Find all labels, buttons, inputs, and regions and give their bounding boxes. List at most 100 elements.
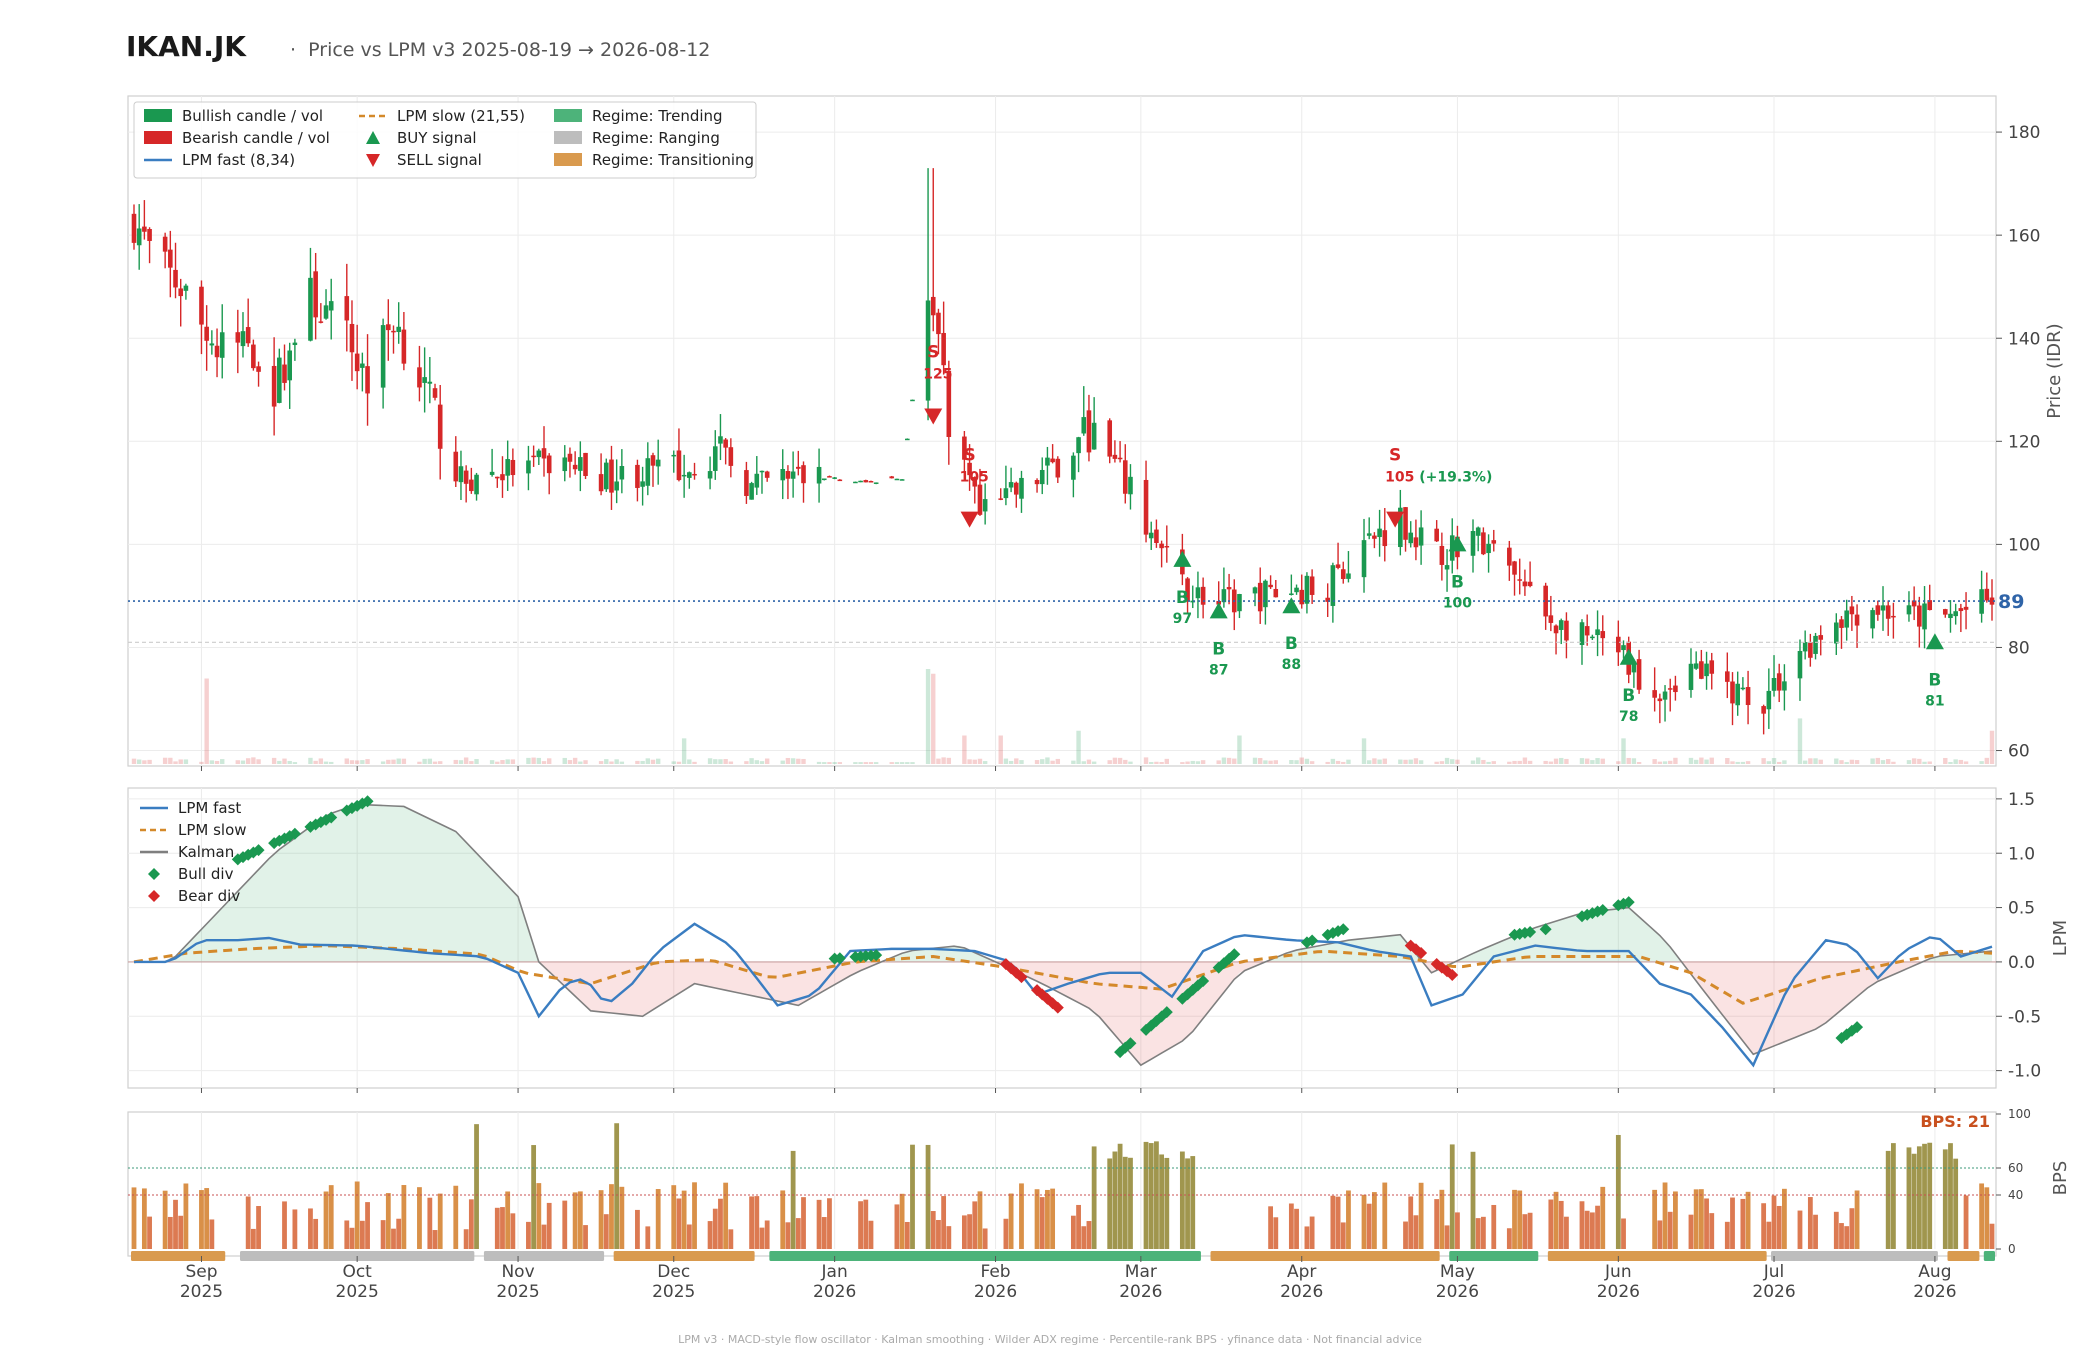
bearish-candle: [1154, 529, 1159, 544]
bps-bar: [1491, 1204, 1497, 1249]
volume-bar: [687, 759, 692, 764]
volume-bar: [1854, 760, 1860, 764]
bullish-candle: [712, 446, 718, 471]
bearish-candle: [417, 367, 422, 388]
volume-bar: [567, 760, 573, 764]
volume-bar: [1268, 760, 1273, 764]
bullish-candle: [640, 481, 645, 487]
volume-bar: [1091, 761, 1097, 764]
bearish-candle: [1636, 659, 1642, 690]
volume-bar: [1444, 757, 1450, 764]
bullish-candle: [718, 436, 723, 444]
volume-bar: [1367, 760, 1372, 764]
volume-bar: [131, 758, 137, 764]
legend-swatch: [554, 153, 582, 166]
volume-bar: [671, 761, 676, 764]
bearish-candle: [271, 365, 277, 407]
bullish-candle: [1263, 580, 1268, 608]
bullish-candle: [1771, 678, 1777, 691]
bearish-candle: [567, 453, 573, 462]
volume-bar: [1008, 760, 1014, 764]
bullish-candle: [1870, 610, 1875, 629]
x-tick-month: Jul: [1763, 1262, 1785, 1282]
bullish-candle: [816, 466, 822, 484]
x-tick-month: Jun: [1604, 1262, 1632, 1282]
bps-bar: [323, 1191, 329, 1249]
volume-bar: [1958, 759, 1964, 764]
bps-bar: [1086, 1221, 1092, 1249]
volume-bar: [764, 758, 770, 764]
bullish-candle: [671, 454, 677, 457]
bps-bar: [764, 1220, 770, 1249]
volume-bar: [526, 757, 531, 764]
buy-signal-marker: [1925, 633, 1944, 650]
volume-bar: [245, 758, 251, 764]
bullish-candle: [1844, 610, 1849, 628]
bearish-candle: [1600, 631, 1606, 639]
bps-bar: [1076, 1204, 1081, 1249]
bearish-candle: [1143, 479, 1149, 535]
bps-bar: [1294, 1208, 1299, 1249]
volume-bar: [1491, 761, 1496, 764]
volume-bar: [1507, 761, 1512, 764]
volume-bar: [1263, 760, 1268, 764]
bullish-candle: [619, 466, 625, 480]
bps-bar: [925, 1144, 931, 1249]
bullish-candle: [1019, 477, 1024, 499]
bearish-candle: [1808, 642, 1813, 658]
buy-signal-letter: B: [1285, 634, 1298, 654]
volume-bar: [853, 762, 858, 764]
bps-bar: [204, 1188, 210, 1249]
buy-signal-marker: [1282, 597, 1301, 614]
bps-bar: [910, 1144, 915, 1249]
bullish-candle: [982, 499, 988, 512]
volume-bar: [308, 757, 313, 764]
bearish-candle: [1564, 620, 1569, 641]
volume-bar: [583, 760, 588, 764]
bps-bar: [1439, 1189, 1445, 1249]
volume-bar: [1055, 758, 1061, 764]
volume-bar: [313, 760, 318, 764]
bps-bar: [858, 1201, 863, 1249]
bullish-candle: [1834, 622, 1839, 644]
volume-bar: [863, 762, 868, 764]
bearish-candle: [1522, 581, 1528, 587]
bps-bar: [899, 1193, 905, 1249]
bullish-candle: [853, 481, 858, 484]
bps-bar: [780, 1190, 786, 1249]
legend-label: Regime: Ranging: [592, 129, 720, 147]
volume-bar: [1844, 762, 1849, 764]
volume-bar: [1688, 757, 1694, 764]
price-y-tick-label: 180: [2008, 123, 2040, 143]
bps-bar: [209, 1219, 215, 1249]
volume-bar: [822, 762, 827, 764]
bullish-candle: [1595, 629, 1600, 636]
volume-bar: [505, 759, 510, 764]
bullish-candle: [1039, 469, 1045, 485]
volume-bar: [1481, 759, 1486, 764]
bullish-candle: [1693, 663, 1699, 669]
bullish-candle: [1003, 488, 1009, 499]
bps-bar: [250, 1228, 256, 1249]
bps-bar: [816, 1199, 822, 1249]
volume-bar: [1725, 757, 1730, 764]
bps-y-tick-label: 60: [2008, 1161, 2023, 1175]
buy-signal-marker: [1173, 550, 1192, 567]
volume-bar: [1564, 758, 1569, 764]
bullish-candle: [754, 473, 760, 488]
bearish-candle: [204, 326, 209, 341]
bearish-candle: [1159, 543, 1164, 549]
bullish-candle: [655, 459, 661, 467]
volume-bar: [1309, 761, 1315, 764]
legend-label: Regime: Trending: [592, 107, 723, 125]
bullish-candle: [1948, 613, 1953, 619]
volume-bar: [1891, 761, 1896, 764]
bps-bar: [468, 1199, 474, 1249]
volume-bar: [463, 757, 469, 764]
x-tick-year: 2025: [496, 1282, 539, 1302]
volume-bar: [1117, 757, 1123, 764]
bps-bar: [385, 1193, 391, 1249]
volume-bar: [1486, 761, 1491, 764]
bullish-candle: [1735, 683, 1740, 706]
bps-bar: [245, 1196, 251, 1249]
